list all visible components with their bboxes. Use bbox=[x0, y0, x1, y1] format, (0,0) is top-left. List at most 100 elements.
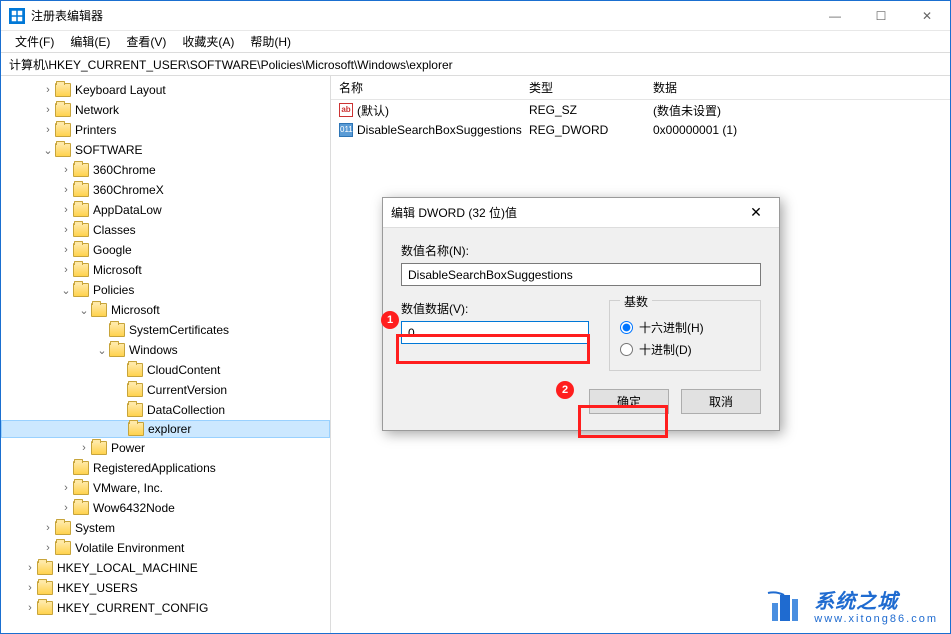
chevron-right-icon[interactable]: › bbox=[23, 582, 37, 594]
chevron-right-icon[interactable]: › bbox=[41, 124, 55, 136]
tree-item[interactable]: CurrentVersion bbox=[1, 380, 330, 400]
menu-view[interactable]: 查看(V) bbox=[118, 31, 174, 52]
radio-hex-input[interactable] bbox=[620, 321, 633, 334]
tree-item-hklm[interactable]: ›HKEY_LOCAL_MACHINE bbox=[1, 558, 330, 578]
chevron-down-icon[interactable]: ⌄ bbox=[77, 304, 91, 317]
chevron-right-icon[interactable]: › bbox=[59, 502, 73, 514]
folder-icon bbox=[37, 601, 53, 615]
folder-icon bbox=[37, 581, 53, 595]
list-row[interactable]: 011DisableSearchBoxSuggestions REG_DWORD… bbox=[331, 120, 950, 140]
tree-item[interactable]: ›Google bbox=[1, 240, 330, 260]
tree-item[interactable]: ›AppDataLow bbox=[1, 200, 330, 220]
minimize-button[interactable]: — bbox=[812, 1, 858, 31]
radio-hex[interactable]: 十六进制(H) bbox=[620, 316, 750, 338]
base-fieldset: 基数 十六进制(H) 十进制(D) bbox=[609, 300, 761, 371]
menu-help[interactable]: 帮助(H) bbox=[242, 31, 299, 52]
folder-icon bbox=[73, 183, 89, 197]
tree-item[interactable]: RegisteredApplications bbox=[1, 458, 330, 478]
menu-edit[interactable]: 编辑(E) bbox=[62, 31, 118, 52]
chevron-right-icon[interactable]: › bbox=[59, 224, 73, 236]
tree-item-hkcc[interactable]: ›HKEY_CURRENT_CONFIG bbox=[1, 598, 330, 618]
tree-item[interactable]: ›System bbox=[1, 518, 330, 538]
tree-item[interactable]: ›360Chrome bbox=[1, 160, 330, 180]
folder-icon bbox=[55, 521, 71, 535]
tree-item[interactable]: SystemCertificates bbox=[1, 320, 330, 340]
column-header-name[interactable]: 名称 bbox=[331, 75, 521, 100]
tree-item[interactable]: ›Keyboard Layout bbox=[1, 80, 330, 100]
tree-item[interactable]: ›Microsoft bbox=[1, 260, 330, 280]
folder-icon bbox=[55, 541, 71, 555]
chevron-right-icon[interactable]: › bbox=[59, 204, 73, 216]
chevron-right-icon[interactable]: › bbox=[59, 244, 73, 256]
chevron-right-icon[interactable]: › bbox=[23, 602, 37, 614]
tree-item[interactable]: ›Network bbox=[1, 100, 330, 120]
chevron-right-icon[interactable]: › bbox=[23, 562, 37, 574]
tree-item-software[interactable]: ⌄SOFTWARE bbox=[1, 140, 330, 160]
dword-value-icon: 011 bbox=[339, 123, 353, 137]
chevron-right-icon[interactable]: › bbox=[41, 104, 55, 116]
chevron-right-icon[interactable]: › bbox=[59, 164, 73, 176]
folder-icon bbox=[55, 103, 71, 117]
edit-dword-dialog: 编辑 DWORD (32 位)值 ✕ 数值名称(N): 数值数据(V): 基数 … bbox=[382, 197, 780, 431]
tree-item-policies[interactable]: ⌄Policies bbox=[1, 280, 330, 300]
folder-icon bbox=[73, 263, 89, 277]
chevron-right-icon[interactable]: › bbox=[41, 522, 55, 534]
radio-dec[interactable]: 十进制(D) bbox=[620, 338, 750, 360]
chevron-right-icon[interactable]: › bbox=[77, 442, 91, 454]
close-button[interactable]: ✕ bbox=[904, 1, 950, 31]
tree-item[interactable]: CloudContent bbox=[1, 360, 330, 380]
column-header-type[interactable]: 类型 bbox=[521, 75, 645, 100]
folder-icon bbox=[127, 403, 143, 417]
base-legend: 基数 bbox=[620, 293, 652, 310]
address-bar[interactable]: 计算机\HKEY_CURRENT_USER\SOFTWARE\Policies\… bbox=[1, 52, 950, 76]
tree-item[interactable]: ›VMware, Inc. bbox=[1, 478, 330, 498]
list-row[interactable]: ab(默认) REG_SZ (数值未设置) bbox=[331, 100, 950, 120]
folder-icon bbox=[73, 243, 89, 257]
folder-icon bbox=[128, 422, 144, 436]
value-data-input[interactable] bbox=[401, 321, 589, 344]
radio-dec-input[interactable] bbox=[620, 343, 633, 356]
tree-item[interactable]: ›Power bbox=[1, 438, 330, 458]
chevron-down-icon[interactable]: ⌄ bbox=[41, 144, 55, 157]
list-body: ab(默认) REG_SZ (数值未设置) 011DisableSearchBo… bbox=[331, 100, 950, 140]
menu-favorites[interactable]: 收藏夹(A) bbox=[174, 31, 242, 52]
tree-item[interactable]: ›Printers bbox=[1, 120, 330, 140]
folder-icon bbox=[127, 363, 143, 377]
chevron-right-icon[interactable]: › bbox=[41, 542, 55, 554]
tree-item-hku[interactable]: ›HKEY_USERS bbox=[1, 578, 330, 598]
tree-item-explorer-selected[interactable]: explorer bbox=[1, 420, 330, 438]
titlebar: 注册表编辑器 — ☐ ✕ bbox=[1, 1, 950, 31]
tree-item[interactable]: DataCollection bbox=[1, 400, 330, 420]
watermark-url: www.xitong86.com bbox=[814, 613, 938, 625]
tree-item[interactable]: ›Wow6432Node bbox=[1, 498, 330, 518]
folder-icon bbox=[73, 481, 89, 495]
string-value-icon: ab bbox=[339, 103, 353, 117]
tree-item-windows[interactable]: ⌄Windows bbox=[1, 340, 330, 360]
chevron-right-icon[interactable]: › bbox=[59, 184, 73, 196]
chevron-down-icon[interactable]: ⌄ bbox=[95, 344, 109, 357]
tree-pane[interactable]: ›Keyboard Layout ›Network ›Printers ⌄SOF… bbox=[1, 76, 331, 633]
app-icon bbox=[9, 8, 25, 24]
chevron-right-icon[interactable]: › bbox=[59, 482, 73, 494]
folder-icon bbox=[109, 343, 125, 357]
chevron-down-icon[interactable]: ⌄ bbox=[59, 284, 73, 297]
folder-icon bbox=[73, 283, 89, 297]
folder-icon bbox=[55, 143, 71, 157]
chevron-right-icon[interactable]: › bbox=[41, 84, 55, 96]
folder-icon bbox=[55, 123, 71, 137]
folder-icon bbox=[73, 223, 89, 237]
list-header: 名称 类型 数据 bbox=[331, 76, 950, 100]
ok-button[interactable]: 确定 bbox=[589, 389, 669, 414]
maximize-button[interactable]: ☐ bbox=[858, 1, 904, 31]
column-header-data[interactable]: 数据 bbox=[645, 75, 950, 100]
tree-item[interactable]: ›Volatile Environment bbox=[1, 538, 330, 558]
dialog-close-button[interactable]: ✕ bbox=[741, 204, 771, 221]
tree-item[interactable]: ›360ChromeX bbox=[1, 180, 330, 200]
cancel-button[interactable]: 取消 bbox=[681, 389, 761, 414]
folder-icon bbox=[109, 323, 125, 337]
dialog-titlebar[interactable]: 编辑 DWORD (32 位)值 ✕ bbox=[383, 198, 779, 228]
tree-item[interactable]: ›Classes bbox=[1, 220, 330, 240]
tree-item-microsoft[interactable]: ⌄Microsoft bbox=[1, 300, 330, 320]
menu-file[interactable]: 文件(F) bbox=[7, 31, 62, 52]
chevron-right-icon[interactable]: › bbox=[59, 264, 73, 276]
